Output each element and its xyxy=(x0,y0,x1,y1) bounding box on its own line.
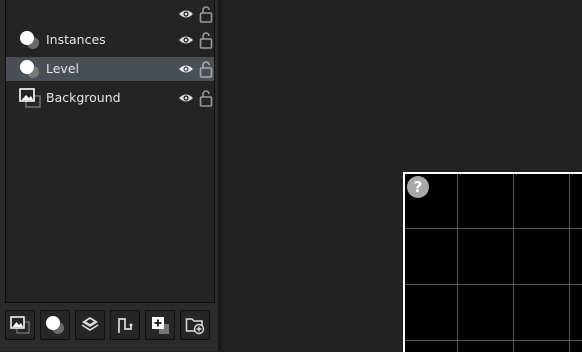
layer-row-instances[interactable]: Instances xyxy=(6,28,214,52)
layer-row-background[interactable]: Background xyxy=(6,86,214,110)
add-instance-layer-button[interactable] xyxy=(40,310,70,340)
eye-icon[interactable] xyxy=(178,91,194,105)
grid-line xyxy=(513,174,514,352)
unlock-icon[interactable] xyxy=(199,60,213,78)
layers-panel: Instances Level Background xyxy=(0,0,222,351)
layer-row-level[interactable]: Level xyxy=(6,57,214,81)
add-asset-layer-button[interactable] xyxy=(145,310,175,340)
layer-label-level: Level xyxy=(46,61,79,76)
grid-line xyxy=(405,284,582,285)
grid-line xyxy=(405,340,582,341)
add-tile-layer-icon xyxy=(81,317,99,331)
add-path-layer-button[interactable] xyxy=(110,310,140,340)
unlock-icon[interactable] xyxy=(199,5,213,23)
unlock-icon[interactable] xyxy=(199,31,213,49)
add-background-layer-button[interactable] xyxy=(5,310,35,340)
instance-layer-icon xyxy=(20,60,39,78)
eye-icon[interactable] xyxy=(178,62,194,76)
layer-label-background: Background xyxy=(46,90,121,105)
room-canvas[interactable]: ? xyxy=(403,172,582,352)
layer-toolbar xyxy=(5,310,215,342)
add-tile-layer-button[interactable] xyxy=(75,310,105,340)
grid-line xyxy=(457,174,458,352)
panel-splitter[interactable] xyxy=(218,0,222,351)
add-background-layer-icon xyxy=(10,316,30,334)
add-folder-button[interactable] xyxy=(180,310,210,340)
layer-row-top[interactable] xyxy=(6,2,214,26)
add-asset-layer-icon xyxy=(152,317,169,334)
grid-line xyxy=(405,228,582,229)
eye-icon[interactable] xyxy=(178,33,194,47)
eye-icon[interactable] xyxy=(178,7,194,21)
unknown-instance-icon[interactable]: ? xyxy=(407,176,429,198)
add-path-layer-icon xyxy=(118,318,133,333)
unlock-icon[interactable] xyxy=(199,89,213,107)
add-folder-icon xyxy=(185,318,205,335)
layer-label-instances: Instances xyxy=(46,32,106,47)
instance-layer-icon xyxy=(20,31,39,49)
background-layer-icon xyxy=(19,88,41,108)
add-instance-layer-icon xyxy=(46,316,64,334)
grid-line xyxy=(569,174,570,352)
